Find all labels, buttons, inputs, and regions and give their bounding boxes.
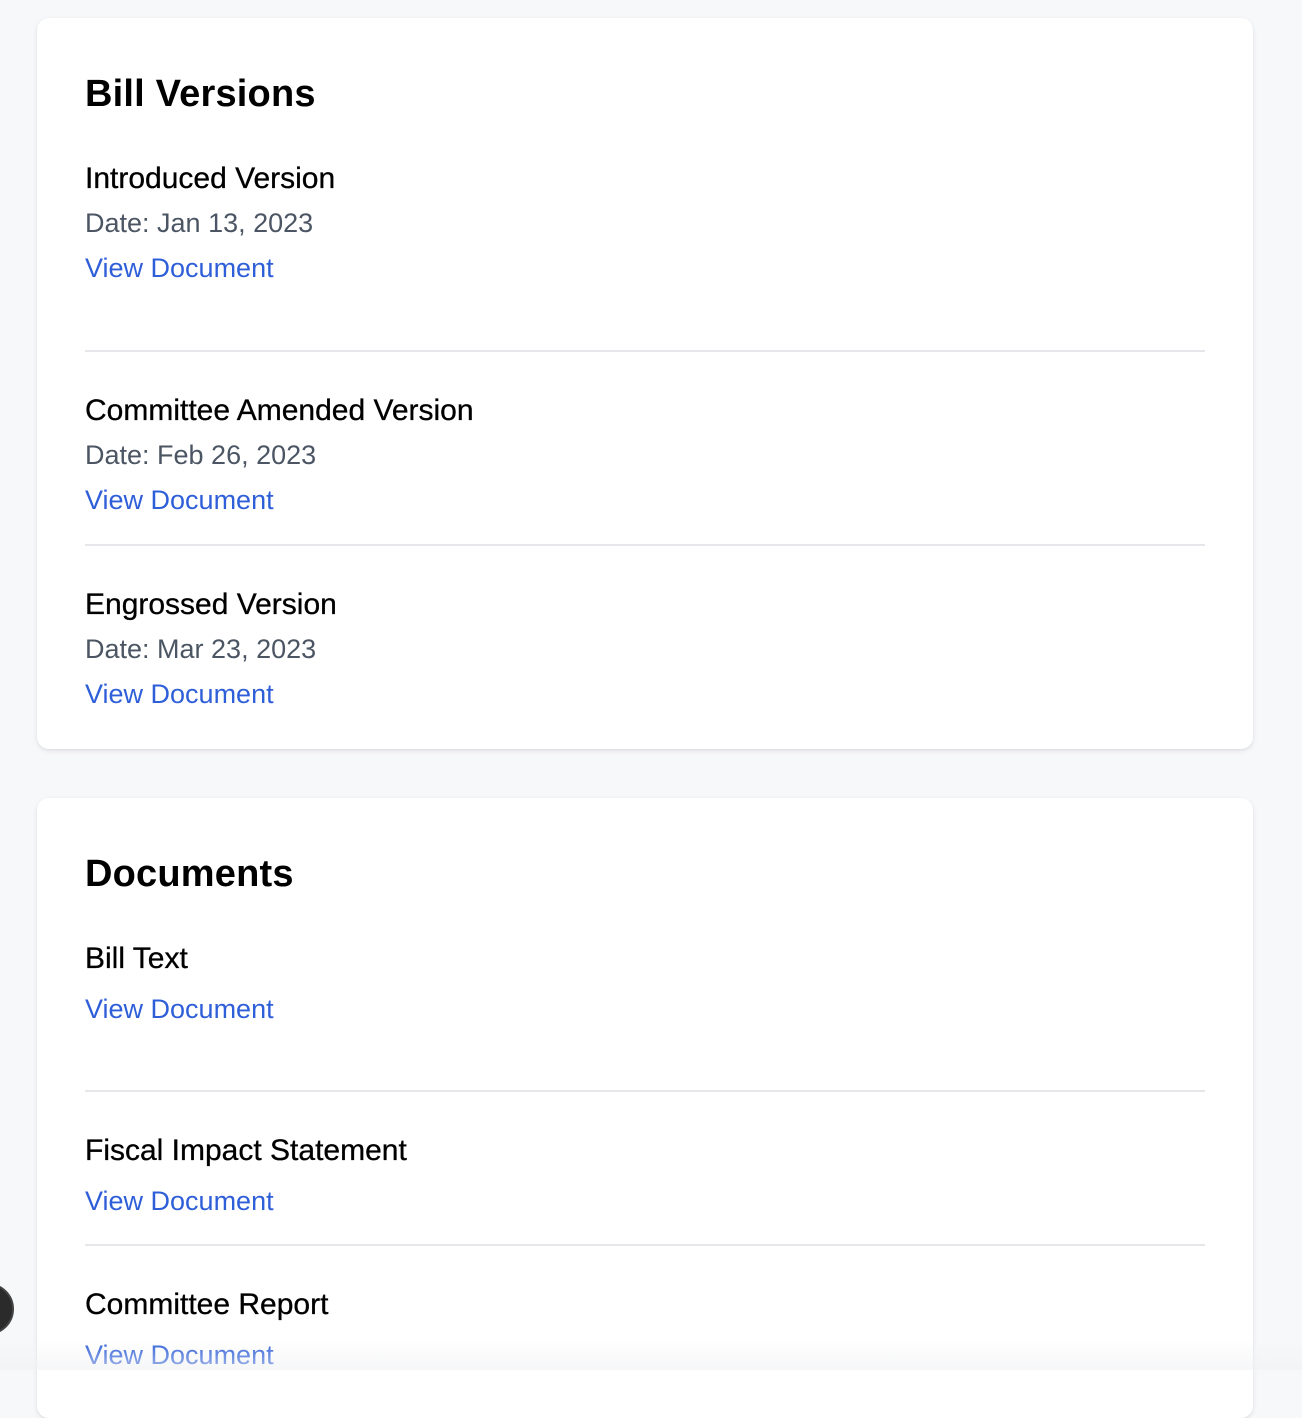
version-date: Date: Mar 23, 2023 <box>85 634 317 664</box>
documents-card: Documents Bill Text View Document Fiscal… <box>37 798 1253 1418</box>
document-name: Fiscal Impact Statement <box>85 1134 407 1167</box>
version-date: Date: Feb 26, 2023 <box>85 440 317 470</box>
version-item: Introduced Version Date: Jan 13, 2023 Vi… <box>85 158 1205 352</box>
version-item: Committee Amended Version Date: Feb 26, … <box>85 352 1205 546</box>
document-name: Bill Text <box>85 942 188 975</box>
bill-versions-title: Bill Versions <box>85 73 316 115</box>
version-date: Date: Jan 13, 2023 <box>85 208 314 238</box>
bill-versions-card: Bill Versions Introduced Version Date: J… <box>37 18 1253 749</box>
view-document-link[interactable]: View Document <box>85 673 274 715</box>
view-document-link[interactable]: View Document <box>85 988 274 1030</box>
documents-list: Bill Text View Document Fiscal Impact St… <box>85 938 1205 1400</box>
documents-title: Documents <box>85 853 294 895</box>
view-document-link[interactable]: View Document <box>85 1180 274 1222</box>
version-item: Engrossed Version Date: Mar 23, 2023 Vie… <box>85 546 1205 740</box>
document-item: Bill Text View Document <box>85 938 1205 1092</box>
version-name: Engrossed Version <box>85 588 337 621</box>
floating-action-button[interactable] <box>0 1283 14 1335</box>
document-name: Committee Report <box>85 1288 329 1321</box>
view-document-link[interactable]: View Document <box>85 479 274 521</box>
document-item: Fiscal Impact Statement View Document <box>85 1092 1205 1246</box>
version-name: Introduced Version <box>85 162 336 195</box>
view-document-link[interactable]: View Document <box>85 247 274 289</box>
document-item: Committee Report View Document <box>85 1246 1205 1400</box>
bill-versions-list: Introduced Version Date: Jan 13, 2023 Vi… <box>85 158 1205 740</box>
version-name: Committee Amended Version <box>85 394 474 427</box>
